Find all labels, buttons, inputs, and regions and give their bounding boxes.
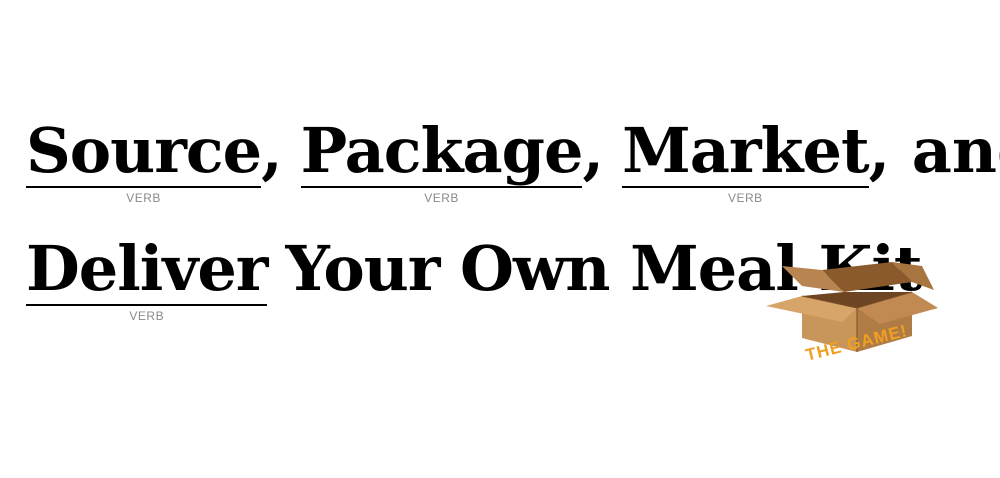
blank-underline <box>26 186 262 188</box>
part-of-speech-tag: VERB <box>727 191 763 205</box>
blank-word: Market <box>622 114 870 187</box>
title-line-1: Source VERB , Package VERB , Market VERB… <box>26 116 1000 205</box>
open-cardboard-box-icon <box>766 262 938 352</box>
blank-package: Package VERB <box>300 114 584 205</box>
part-of-speech-tag: VERB <box>424 191 459 205</box>
blank-market: Market VERB <box>622 114 870 205</box>
blank-word: Source <box>26 114 262 187</box>
part-of-speech-tag: VERB <box>126 191 161 205</box>
separator: , <box>582 114 605 187</box>
blank-word: Package <box>300 114 584 187</box>
part-of-speech-tag: VERB <box>129 309 165 323</box>
blank-deliver: Deliver VERB <box>26 232 268 323</box>
blank-underline <box>300 186 583 188</box>
blank-word: Deliver <box>26 232 268 305</box>
blank-underline <box>26 304 268 306</box>
blank-underline <box>622 186 869 188</box>
blank-source: Source VERB <box>26 114 262 205</box>
separator: , and <box>868 114 1000 187</box>
separator: , <box>261 114 283 187</box>
